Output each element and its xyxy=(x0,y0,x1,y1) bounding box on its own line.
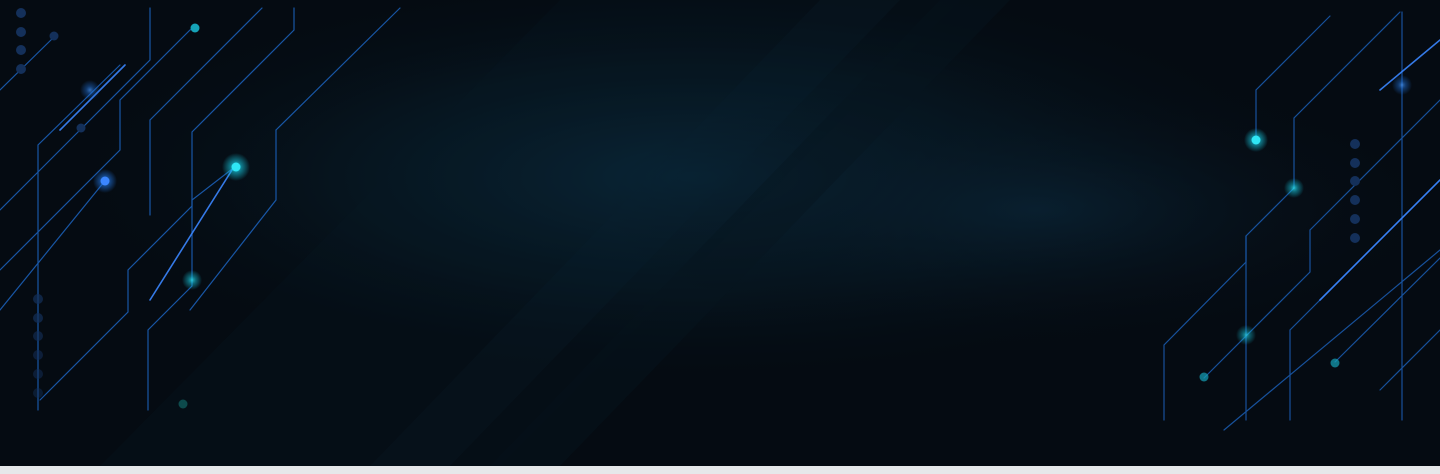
hero-banner-background xyxy=(0,0,1440,466)
circuit-background-graphic xyxy=(0,0,1440,466)
bottom-strip xyxy=(0,466,1440,474)
